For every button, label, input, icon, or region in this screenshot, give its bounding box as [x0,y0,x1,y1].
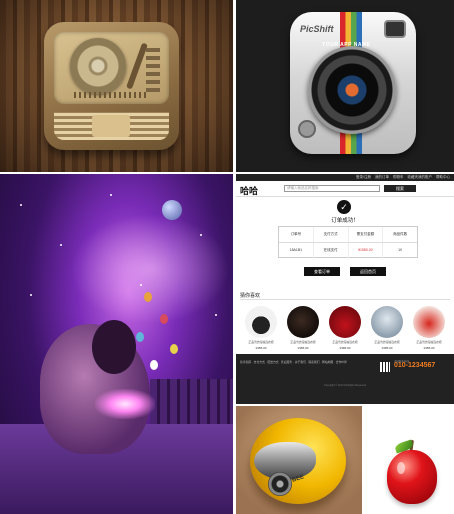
lens-icon [308,46,396,134]
product-image[interactable] [329,306,361,338]
checkmark-icon: ✓ [337,200,351,214]
product-price: ¥385.00 [423,345,435,350]
camera-icon-image: PicShift YOUR APP NAME [236,0,454,172]
product-name[interactable]: 正品雪纺短袖连衣裙 [286,340,320,345]
star [200,234,202,236]
turntable-icon-image [0,0,233,172]
speaker-grill [54,112,169,140]
nebula [70,214,230,324]
record-disc [70,38,126,94]
speaker-mouth: BEE [254,442,316,496]
product-price: ¥385.00 [255,345,267,350]
top-bar: 登录/注册 我的订单 购物车 收藏夹我的账户 帮助中心 [236,174,454,181]
lens-label: YOUR APP NAME [322,42,371,48]
topbar-link[interactable]: 我的订单 [375,175,389,180]
star [215,314,217,316]
balloon [160,314,168,324]
table-header: 订单号 [279,227,314,242]
view-order-button[interactable]: 查看订单 [304,267,340,276]
search-input[interactable]: 请输入商品名称搜索 [284,185,380,192]
amount-due: ¥1580.00 [349,243,384,258]
search-button[interactable]: 搜索 [384,185,416,192]
product-name[interactable]: 正品雪纺短袖连衣裙 [412,340,446,345]
chevron-strip [146,46,160,92]
girl-hair [92,320,136,374]
product-image[interactable] [287,306,319,338]
product-name[interactable]: 正品雪纺短袖连衣裙 [370,340,404,345]
topbar-link[interactable]: 登录/注册 [356,175,371,180]
balloon [170,344,178,354]
balloon [144,292,152,302]
table-header-row: 订单号 支付方式 需支付金额 商品件数 [279,227,417,243]
footer-links[interactable]: 新手指南 · 支付方式 · 配送方式 · 售后服务 · 关于我们 · 联系我们 … [240,360,370,364]
order-number: 18A1B1 [279,243,314,258]
product-card[interactable]: 正品雪纺短袖连衣裙 ¥385.00 [244,306,278,350]
tone-arm [125,42,149,90]
flash-icon [384,20,406,38]
search-placeholder: 请输入商品名称搜索 [287,186,319,190]
table-row: 18A1B1 在线支付 ¥1580.00 10 [279,243,417,258]
speaker-cone-icon [268,472,292,496]
turntable-app-icon [44,22,179,150]
order-table: 订单号 支付方式 需支付金额 商品件数 18A1B1 在线支付 ¥1580.00… [278,226,418,258]
speaker-ball: BEE [250,418,346,504]
shutter-dot-icon [298,120,316,138]
apple-image [362,406,454,514]
star [60,244,62,246]
guess-you-like-title: 猜你喜欢 [240,293,261,299]
qr-code-icon [380,362,390,372]
product-card[interactable]: 正品雪纺短袖连衣裙 ¥385.00 [412,306,446,350]
product-price: ¥385.00 [297,345,309,350]
camera-brand: PicShift [300,24,334,34]
product-image[interactable] [413,306,445,338]
topbar-link[interactable]: 购物车 [393,175,404,180]
apple [387,450,437,504]
product-card[interactable]: 正品雪纺短袖连衣裙 ¥385.00 [370,306,404,350]
back-home-button[interactable]: 返回首页 [350,267,386,276]
balloon [150,360,158,370]
site-footer: 新手指南 · 支付方式 · 配送方式 · 售后服务 · 关于我们 · 联系我们 … [236,354,454,404]
product-price: ¥385.00 [339,345,351,350]
apple-shine [397,462,405,474]
space-fantasy-image [0,174,233,514]
product-card[interactable]: 正品雪纺短袖连衣裙 ¥385.00 [328,306,362,350]
topbar-link[interactable]: 收藏夹我的账户 [408,175,433,180]
copyright: Copyright © 2013 All Rights Reserved [323,384,366,387]
payment-method: 在线支付 [314,243,349,258]
star [110,194,112,196]
product-image[interactable] [245,306,277,338]
product-card[interactable]: 正品雪纺短袖连衣裙 ¥385.00 [286,306,320,350]
turntable-deck [54,32,169,104]
order-success-page: 登录/注册 我的订单 购物车 收藏夹我的账户 帮助中心 哈哈 请输入商品名称搜索… [236,174,454,404]
product-name[interactable]: 正品雪纺短袖连衣裙 [244,340,278,345]
star [20,204,22,206]
scale-ruler [74,92,149,98]
phone-number: 010-1234567 [394,362,436,369]
speaker-image: BEE [236,406,362,514]
table-header: 需支付金额 [349,227,384,242]
camera-app-icon: PicShift YOUR APP NAME [290,12,416,154]
balloon [136,332,144,342]
planet [162,200,182,220]
product-name[interactable]: 正品雪纺短袖连衣裙 [328,340,362,345]
speaker-sticker: BEE [291,474,305,484]
glowing-book [95,389,155,419]
success-title: 订单成功！ [331,218,359,224]
product-image[interactable] [371,306,403,338]
star [140,284,142,286]
table-header: 商品件数 [393,232,408,236]
item-count: 10 [398,248,403,252]
star [30,294,32,296]
product-price: ¥385.00 [381,345,393,350]
topbar-link[interactable]: 帮助中心 [436,175,450,180]
table-header: 支付方式 [314,227,349,242]
